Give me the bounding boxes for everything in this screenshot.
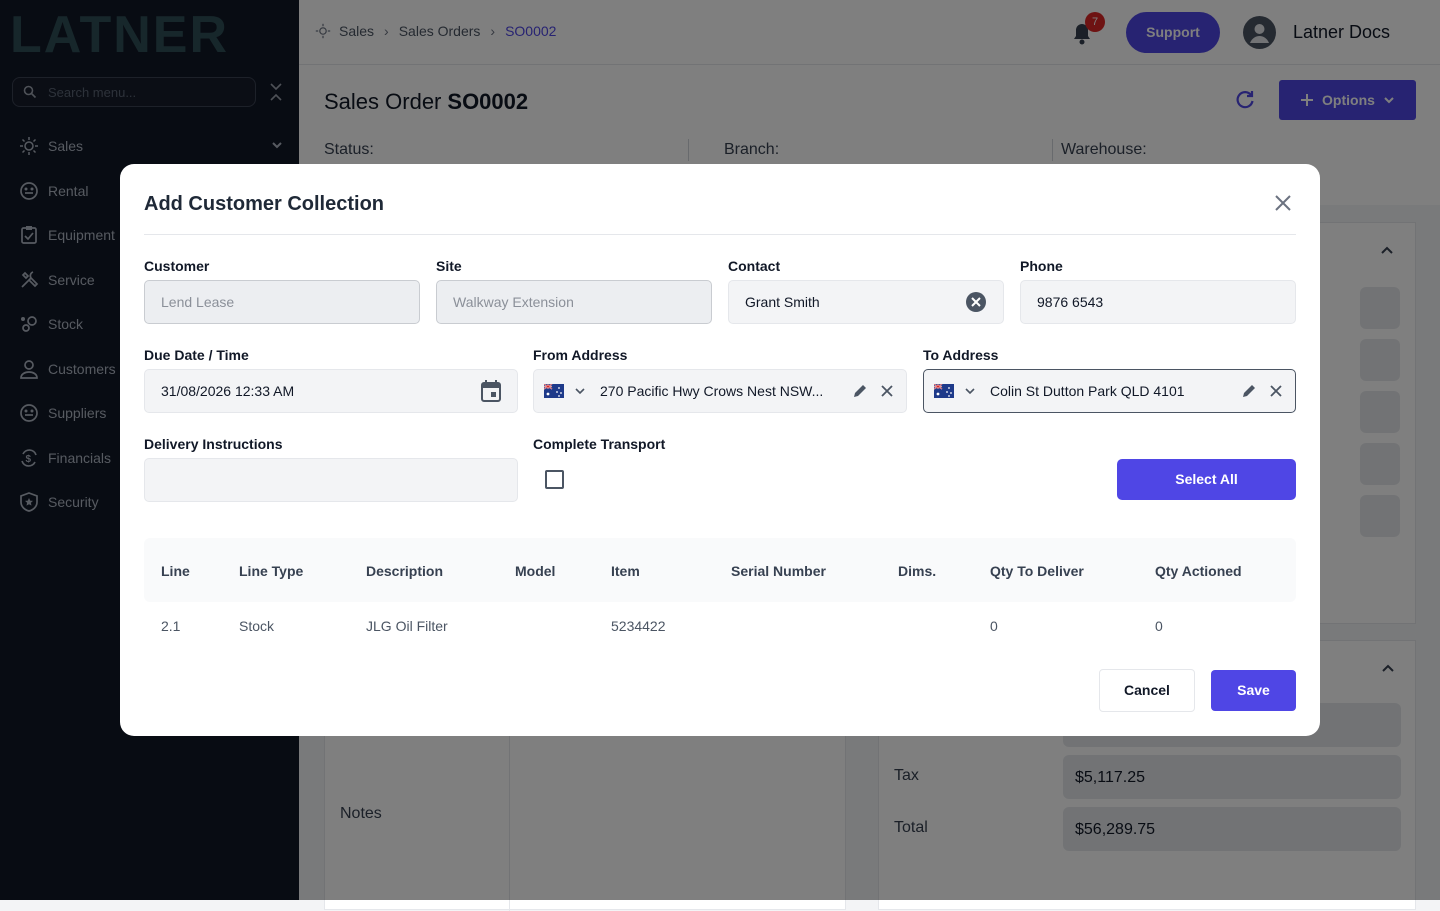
table-row[interactable]: 2.1 Stock JLG Oil Filter 5234422 0 0 [144, 602, 1296, 648]
from-address-value: 270 Pacific Hwy Crows Nest NSW... [600, 383, 824, 399]
column-header[interactable]: Line Type [239, 563, 303, 579]
column-header[interactable]: Qty To Deliver [990, 563, 1084, 579]
customer-field: Lend Lease [144, 280, 420, 324]
to-address-field[interactable]: Colin St Dutton Park QLD 4101 [923, 369, 1296, 413]
column-header[interactable]: Description [366, 563, 443, 579]
close-icon[interactable] [1274, 194, 1292, 212]
table-header: Line Line Type Description Model Item Se… [144, 538, 1296, 602]
phone-field[interactable]: 9876 6543 [1020, 280, 1296, 324]
contact-field[interactable]: Grant Smith [728, 280, 1004, 324]
edit-icon[interactable] [1241, 383, 1257, 399]
chevron-down-icon[interactable] [964, 385, 976, 397]
phone-label: Phone [1020, 258, 1063, 274]
save-button[interactable]: Save [1211, 670, 1296, 711]
complete-transport-checkbox[interactable] [545, 470, 564, 489]
column-header[interactable]: Model [515, 563, 555, 579]
delivery-instructions-input[interactable] [144, 458, 518, 502]
cell-qty-to-deliver[interactable]: 0 [990, 618, 998, 634]
australia-flag-icon[interactable] [544, 384, 564, 398]
column-header[interactable]: Item [611, 563, 640, 579]
close-icon[interactable] [1269, 384, 1283, 398]
column-header[interactable]: Dims. [898, 563, 936, 579]
due-date-label: Due Date / Time [144, 347, 249, 363]
cell-line-type: Stock [239, 618, 275, 634]
due-date-field[interactable]: 31/08/2026 12:33 AM [144, 369, 518, 413]
from-address-field[interactable]: 270 Pacific Hwy Crows Nest NSW... [533, 369, 907, 413]
delivery-instructions-label: Delivery Instructions [144, 436, 283, 452]
contact-label: Contact [728, 258, 781, 274]
to-address-label: To Address [923, 347, 999, 363]
modal-title: Add Customer Collection [144, 193, 385, 215]
due-date-value: 31/08/2026 12:33 AM [161, 383, 295, 399]
to-address-value: Colin St Dutton Park QLD 4101 [990, 383, 1185, 399]
cell-line: 2.1 [161, 618, 181, 634]
add-customer-collection-dialog: Add Customer Collection Customer Lend Le… [120, 164, 1320, 736]
divider [144, 234, 1296, 235]
close-icon[interactable] [880, 384, 894, 398]
select-all-button[interactable]: Select All [1117, 459, 1296, 500]
calendar-icon[interactable] [481, 380, 501, 402]
clear-icon[interactable] [965, 291, 987, 313]
contact-value: Grant Smith [745, 294, 820, 310]
lines-table: Line Line Type Description Model Item Se… [144, 538, 1296, 648]
column-header[interactable]: Qty Actioned [1155, 563, 1242, 579]
customer-label: Customer [144, 258, 210, 274]
site-value: Walkway Extension [453, 294, 574, 310]
customer-value: Lend Lease [161, 294, 235, 310]
phone-value: 9876 6543 [1037, 294, 1104, 310]
site-field: Walkway Extension [436, 280, 712, 324]
australia-flag-icon[interactable] [934, 384, 954, 398]
chevron-down-icon[interactable] [574, 385, 586, 397]
column-header[interactable]: Serial Number [731, 563, 826, 579]
complete-transport-label: Complete Transport [533, 436, 666, 452]
column-header[interactable]: Line [161, 563, 190, 579]
site-label: Site [436, 258, 462, 274]
cell-description: JLG Oil Filter [366, 618, 448, 634]
cell-qty-actioned: 0 [1155, 618, 1163, 634]
edit-icon[interactable] [852, 383, 868, 399]
from-address-label: From Address [533, 347, 628, 363]
cancel-button[interactable]: Cancel [1099, 669, 1195, 712]
cell-item: 5234422 [611, 618, 666, 634]
